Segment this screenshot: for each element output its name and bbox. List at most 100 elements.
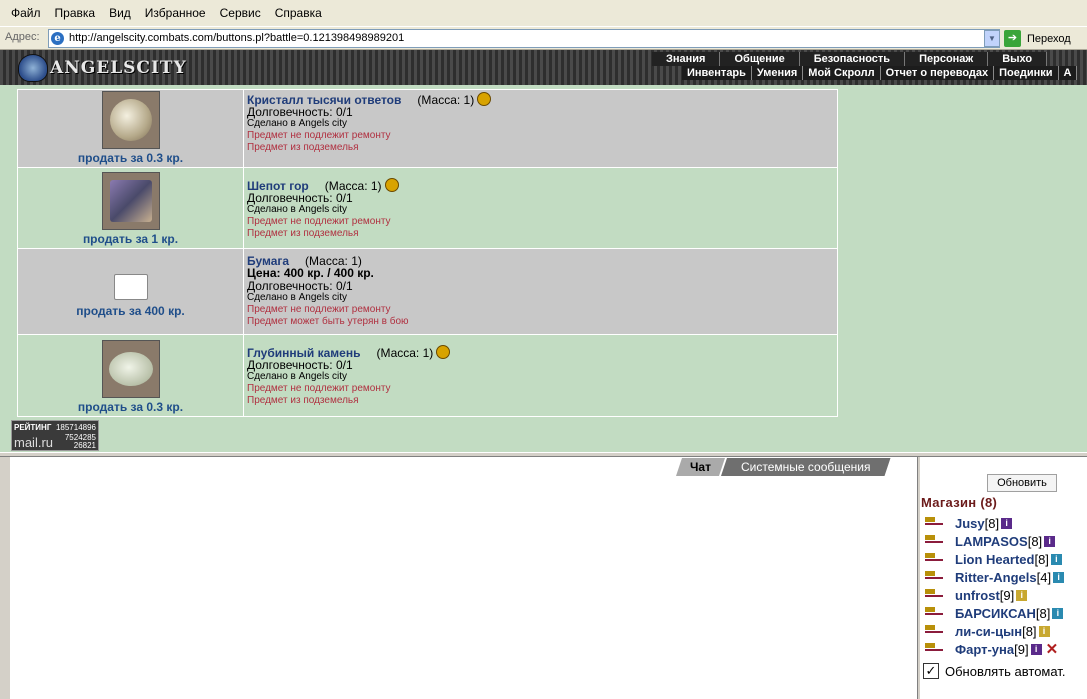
info-icon[interactable]: i <box>1030 643 1042 655</box>
user-name[interactable]: Фарт-уна <box>955 642 1014 657</box>
mailru-rating-counter[interactable]: РЕЙТИНГ mail.ru 185714896 7524285 26821 <box>11 420 99 451</box>
paper-icon[interactable] <box>113 273 148 300</box>
user-level: [8] <box>1035 605 1051 621</box>
submenu-more[interactable]: А <box>1059 66 1078 80</box>
user-name[interactable]: unfrost <box>955 588 1000 603</box>
info-icon[interactable]: i <box>1050 553 1062 565</box>
chat-tabs: Чат Системные сообщения <box>676 458 891 476</box>
submenu-transfer-report[interactable]: Отчет о переводах <box>881 66 995 80</box>
auto-refresh-checkbox[interactable]: ✓ <box>923 663 939 679</box>
browser-window: Файл Правка Вид Избранное Сервис Справка… <box>0 0 1087 699</box>
item-info: Глубинный камень (Масса: 1) Долговечность… <box>244 335 837 416</box>
list-item: Фарт-уна [9] i ✕ <box>923 640 1064 658</box>
item-row: продать за 400 кр. Бумага (Масса: 1) Цена… <box>18 249 837 335</box>
submenu-fights[interactable]: Поединки <box>994 66 1059 80</box>
private-message-icon[interactable] <box>923 534 945 548</box>
gold-coin-icon <box>384 178 399 192</box>
go-button[interactable]: ➔ Переход <box>1004 29 1087 48</box>
user-name[interactable]: ли-си-цын <box>955 624 1022 639</box>
ie-page-icon: e <box>51 32 64 45</box>
mountain-scroll-icon[interactable] <box>101 172 160 230</box>
refresh-button[interactable]: Обновить <box>987 474 1057 492</box>
private-message-icon[interactable] <box>923 552 945 566</box>
private-message-icon[interactable] <box>923 642 945 656</box>
info-icon[interactable]: i <box>1053 571 1065 583</box>
left-frame-border <box>0 457 10 699</box>
sell-link[interactable]: продать за 400 кр. <box>76 304 184 318</box>
user-name[interactable]: Jusy <box>955 516 985 531</box>
submenu-skills[interactable]: Умения <box>752 66 804 80</box>
menu-security[interactable]: Безопасность <box>800 52 906 66</box>
private-message-icon[interactable] <box>923 606 945 620</box>
item-info: Бумага (Масса: 1) Цена: 400 кр. / 400 кр.… <box>244 249 837 334</box>
address-bar: Адрес: http://angelscity.combats.com/but… <box>0 26 1087 50</box>
private-message-icon[interactable] <box>923 624 945 638</box>
list-item: unfrost [9] i <box>923 586 1064 604</box>
user-level: [9] <box>999 587 1015 603</box>
user-name[interactable]: Ritter-Angels <box>955 570 1037 585</box>
rating-label: РЕЙТИНГ <box>14 423 52 432</box>
user-name[interactable]: Lion Hearted <box>955 552 1034 567</box>
address-label: Адрес: <box>5 31 40 43</box>
item-image-cell: продать за 400 кр. <box>18 249 244 334</box>
info-icon[interactable]: i <box>1038 625 1050 637</box>
url-dropdown-button[interactable]: ▼ <box>984 30 1000 47</box>
private-message-icon[interactable] <box>923 588 945 602</box>
menu-favorites[interactable]: Избранное <box>138 6 213 20</box>
info-icon[interactable]: i <box>1016 589 1028 601</box>
private-message-icon[interactable] <box>923 570 945 584</box>
item-made: Сделано в Angels city <box>247 371 347 382</box>
menu-file[interactable]: Файл <box>4 6 48 20</box>
menu-tools[interactable]: Сервис <box>213 6 268 20</box>
menu-view[interactable]: Вид <box>102 6 138 20</box>
item-row: продать за 1 кр. Шепот гор (Масса: 1) Дол… <box>18 168 837 249</box>
list-item: БАРСИКСАН [8] i <box>923 604 1064 622</box>
item-image-cell: продать за 0.3 кр. <box>18 335 244 416</box>
list-item: Lion Hearted [8] i <box>923 550 1064 568</box>
url-input[interactable]: http://angelscity.combats.com/buttons.pl… <box>48 29 1000 48</box>
menu-edit[interactable]: Правка <box>48 6 103 20</box>
item-image-cell: продать за 0.3 кр. <box>18 90 244 167</box>
go-arrow-icon: ➔ <box>1004 30 1021 47</box>
item-note: Предмет из подземелья <box>247 142 359 153</box>
items-table: продать за 0.3 кр. Кристалл тысячи ответ… <box>17 89 838 417</box>
sell-link[interactable]: продать за 1 кр. <box>83 232 178 246</box>
submenu-inventory[interactable]: Инвентарь <box>682 66 752 80</box>
menu-communication[interactable]: Общение <box>720 52 800 66</box>
top-menu: Знания Общение Безопасность Персонаж Вых… <box>652 52 1048 66</box>
tab-chat[interactable]: Чат <box>676 458 725 476</box>
menu-knowledge[interactable]: Знания <box>652 52 721 66</box>
online-panel: Обновить Магазин (8) Jusy [8] i LAMPASOS [8… <box>921 457 1087 699</box>
gold-coin-icon <box>477 92 492 106</box>
stone-icon[interactable] <box>101 340 160 398</box>
user-name[interactable]: БАРСИКСАН <box>955 606 1036 621</box>
item-made: Сделано в Angels city <box>247 292 347 303</box>
item-mass: (Масса: 1) <box>417 93 475 107</box>
item-row: продать за 0.3 кр. Глубинный камень (Масс… <box>18 335 837 416</box>
item-note: Предмет не подлежит ремонту <box>247 304 391 315</box>
item-made: Сделано в Angels city <box>247 118 347 129</box>
tab-system-messages[interactable]: Системные сообщения <box>721 458 891 476</box>
sell-link[interactable]: продать за 0.3 кр. <box>78 151 183 165</box>
user-name[interactable]: LAMPASOS <box>955 534 1028 549</box>
sell-link[interactable]: продать за 0.3 кр. <box>78 400 183 414</box>
item-durability: Долговечность: 0/1 <box>247 279 353 293</box>
info-icon[interactable]: i <box>1001 517 1013 529</box>
game-logo[interactable]: ANGELSCITY <box>14 58 187 78</box>
item-made: Сделано в Angels city <box>247 204 347 215</box>
item-note: Предмет не подлежит ремонту <box>247 130 391 141</box>
user-level: [8] <box>1022 623 1037 639</box>
menu-exit[interactable]: Выхо <box>988 52 1048 66</box>
menu-help[interactable]: Справка <box>268 6 329 20</box>
item-image-cell: продать за 1 кр. <box>18 168 244 248</box>
info-icon[interactable]: i <box>1044 535 1056 547</box>
close-icon[interactable]: ✕ <box>1046 640 1059 658</box>
crystal-icon[interactable] <box>101 91 160 149</box>
rating-number: 26821 <box>73 441 96 450</box>
private-message-icon[interactable] <box>923 516 945 530</box>
auto-refresh[interactable]: ✓ Обновлять автомат. <box>923 663 1065 679</box>
info-icon[interactable]: i <box>1052 607 1064 619</box>
auto-refresh-label: Обновлять автомат. <box>945 663 1066 679</box>
menu-character[interactable]: Персонаж <box>905 52 989 66</box>
submenu-my-scroll[interactable]: Мой Скролл <box>803 66 881 80</box>
